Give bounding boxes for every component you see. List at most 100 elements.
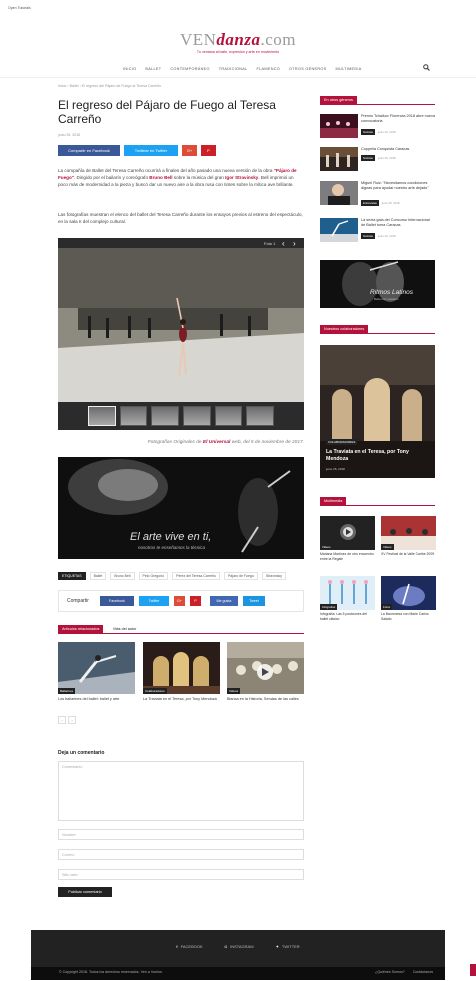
- related-item[interactable]: Bailarines Los bailarines del ballet: ba…: [58, 642, 135, 702]
- footer-link-about[interactable]: ¿Quiénes Somos?: [375, 970, 405, 974]
- nav-item-ballet[interactable]: BALLET: [145, 67, 161, 71]
- popular-item[interactable]: La sexta gala del Concurso Internacional…: [320, 218, 435, 244]
- gallery-next-button[interactable]: ›: [293, 239, 296, 248]
- related-item[interactable]: Colaboradores La Traviata en el Teresa, …: [143, 642, 220, 702]
- related-pager: ‹ ›: [58, 716, 76, 724]
- sharebox-twitter-button[interactable]: Twitter: [138, 596, 169, 606]
- article-title: El regreso del Pájaro de Fuego al Teresa…: [58, 98, 276, 126]
- pager-prev-button[interactable]: ‹: [58, 716, 66, 724]
- tag-link[interactable]: Bruno Bell: [110, 572, 135, 580]
- ritmos-latinos-ad[interactable]: Ritmos Latinos Baila con nosotros: [320, 260, 435, 308]
- share-gplus-label: G+: [186, 148, 193, 153]
- logo-ven: VEN: [179, 30, 217, 49]
- gallery-thumb[interactable]: [214, 406, 243, 426]
- gallery-thumb[interactable]: [246, 406, 275, 426]
- multimedia-item[interactable]: Fotos La Bauronesa con Marie Carlos Sala…: [381, 576, 436, 628]
- tag-link[interactable]: Pérez del Teresa Carreño: [172, 572, 220, 580]
- popular-title[interactable]: La sexta gala del Concurso Internacional…: [361, 218, 435, 228]
- multimedia-item[interactable]: Videos XV Festival de la Valle Caribe 20…: [381, 516, 436, 568]
- fb-like-button[interactable]: Me gusta: [209, 596, 238, 606]
- related-title[interactable]: La Traviata en el Teresa, por Tony Mendo…: [143, 697, 220, 702]
- popular-title[interactable]: Coppelia Conquista Caracas: [361, 147, 435, 152]
- related-item[interactable]: Videos Blanca en la Historia, Sendas de …: [227, 642, 304, 702]
- sharebox-facebook-label: Facebook: [109, 599, 125, 603]
- popular-title[interactable]: Premio Tchaikov Florencia 2018 abre nuev…: [361, 114, 435, 124]
- multimedia-title[interactable]: Mariana Martínez de otro encuentro entre…: [320, 552, 375, 561]
- pager-next-button[interactable]: ›: [68, 716, 76, 724]
- related-badge: Videos: [227, 688, 241, 694]
- share-gplus-button[interactable]: G+: [182, 145, 197, 156]
- banner-subtitle: nosotros te enseñamos la técnica: [138, 545, 206, 550]
- breadcrumb[interactable]: Inicio › Ballet › El regreso del Pájaro …: [58, 84, 161, 88]
- tweet-button[interactable]: Tweet: [242, 596, 265, 606]
- sharebox-pinterest-button[interactable]: P: [189, 596, 201, 606]
- website-input[interactable]: Sitio web:: [58, 869, 304, 880]
- footer-instagram-link[interactable]: ◘ INSTAGRAM: [225, 944, 254, 949]
- ritmos-subtitle: Baila con nosotros: [374, 297, 399, 301]
- tag-link[interactable]: Pelo Gregorio: [138, 572, 169, 580]
- tab-related-articles[interactable]: Artículos relacionados: [58, 625, 104, 633]
- gallery-thumb[interactable]: [151, 406, 180, 426]
- popular-badge: Noticias: [361, 155, 375, 161]
- related-title[interactable]: Los bailarines del ballet: ballet y arte: [58, 697, 135, 702]
- gallery-thumb[interactable]: [88, 406, 116, 426]
- nav-item-multimedia[interactable]: MULTIMEDIA: [335, 67, 361, 71]
- gallery-thumb[interactable]: [119, 406, 148, 426]
- footer-link-contact[interactable]: Contáctanos: [413, 970, 433, 974]
- name-input[interactable]: Nombre:: [58, 829, 304, 840]
- multimedia-title[interactable]: La Bauronesa con Marie Carlos Salado: [381, 612, 436, 621]
- multimedia-title[interactable]: Infografía: Las 5 posiciones del ballet …: [320, 612, 375, 621]
- scroll-to-top-button[interactable]: [470, 964, 476, 976]
- footer-instagram-label: INSTAGRAM: [230, 944, 254, 949]
- popular-badge: Noticias: [361, 129, 375, 135]
- tag-link[interactable]: Pájaro de Fuego: [223, 572, 258, 580]
- related-badge: Bailarines: [58, 688, 76, 694]
- nav-item-tradicional[interactable]: TRADICIONAL: [219, 67, 248, 71]
- popular-title[interactable]: Miguel Ruiz: "Necesitamos condiciones di…: [361, 181, 435, 191]
- tag-link[interactable]: Ballet: [89, 572, 107, 580]
- gallery-counter: Foto 1: [264, 241, 276, 246]
- share-twitter-button[interactable]: Twittear en Twitter: [124, 145, 178, 156]
- site-logo[interactable]: VENdanza.com Tu ventana al baile, expres…: [0, 30, 476, 54]
- dancer-studio-image: [58, 248, 304, 402]
- collab-title[interactable]: La Traviata en el Teresa, por Tony Mendo…: [326, 449, 426, 463]
- nav-item-otros-generos[interactable]: OTROS GÉNEROS: [289, 67, 326, 71]
- gallery-thumb[interactable]: [183, 406, 211, 426]
- footer-facebook-label: FACEBOOK: [180, 944, 203, 949]
- instagram-icon: ◘: [224, 944, 228, 949]
- tags-label: ETIQUETAS: [58, 572, 86, 580]
- ad-banner[interactable]: El arte vive en ti, nosotros te enseñamo…: [58, 457, 304, 559]
- comment-textarea[interactable]: Comentario:: [58, 761, 304, 821]
- related-tabs: Artículos relacionados Más del autor: [58, 625, 304, 634]
- tab-more-from-author[interactable]: Más del autor: [109, 625, 140, 633]
- nav-item-inicio[interactable]: INICIO: [123, 67, 136, 71]
- nav-item-flamenco[interactable]: FLAMENCO: [257, 67, 281, 71]
- gallery-main-photo[interactable]: [58, 248, 304, 402]
- share-box-label: Compartir: [67, 598, 89, 604]
- logo-tagline: Tu ventana al baile, expresión y arte en…: [196, 50, 280, 54]
- multimedia-item[interactable]: Infografías Infografía: Las 5 posiciones…: [320, 576, 375, 628]
- email-input[interactable]: Correo:: [58, 849, 304, 860]
- footer-twitter-link[interactable]: ✦ TWITTER: [276, 944, 300, 949]
- search-icon[interactable]: [423, 64, 430, 71]
- footer: f FACEBOOK ◘ INSTAGRAM ✦ TWITTER © Copyrigh…: [31, 930, 445, 980]
- popular-item[interactable]: Premio Tchaikov Florencia 2018 abre nuev…: [320, 114, 435, 140]
- share-pinterest-button[interactable]: P: [201, 145, 216, 156]
- related-title[interactable]: Blanca en la Historia, Sendas de las cal…: [227, 697, 304, 702]
- publish-comment-button[interactable]: Publicar comentario: [58, 887, 112, 897]
- sharebox-gplus-button[interactable]: G+: [173, 596, 185, 606]
- nav-item-contemporaneo[interactable]: CONTEMPORÁNEO: [170, 67, 209, 71]
- footer-facebook-link[interactable]: f FACEBOOK: [176, 944, 202, 949]
- gallery-prev-button[interactable]: ‹: [282, 239, 285, 248]
- multimedia-item[interactable]: Videos Mariana Martínez de otro encuentr…: [320, 516, 375, 568]
- share-facebook-button[interactable]: Compartir en Facebook: [58, 145, 120, 156]
- multimedia-title[interactable]: XV Festival de la Valle Caribe 2009: [381, 552, 436, 557]
- popular-item[interactable]: Miguel Ruiz: "Necesitamos condiciones di…: [320, 181, 435, 207]
- sharebox-facebook-button[interactable]: Facebook: [99, 596, 134, 606]
- tweet-label: Tweet: [249, 599, 259, 603]
- ritmos-title: Ritmos Latinos: [370, 289, 413, 296]
- collaborator-feature[interactable]: COLABORADORES La Traviata en el Teresa, …: [320, 345, 435, 478]
- tag-link[interactable]: Stravinsky: [261, 572, 286, 580]
- popular-item[interactable]: Coppelia Conquista Caracas Noticias junio…: [320, 147, 435, 173]
- share-facebook-label: Compartir en Facebook: [68, 148, 110, 153]
